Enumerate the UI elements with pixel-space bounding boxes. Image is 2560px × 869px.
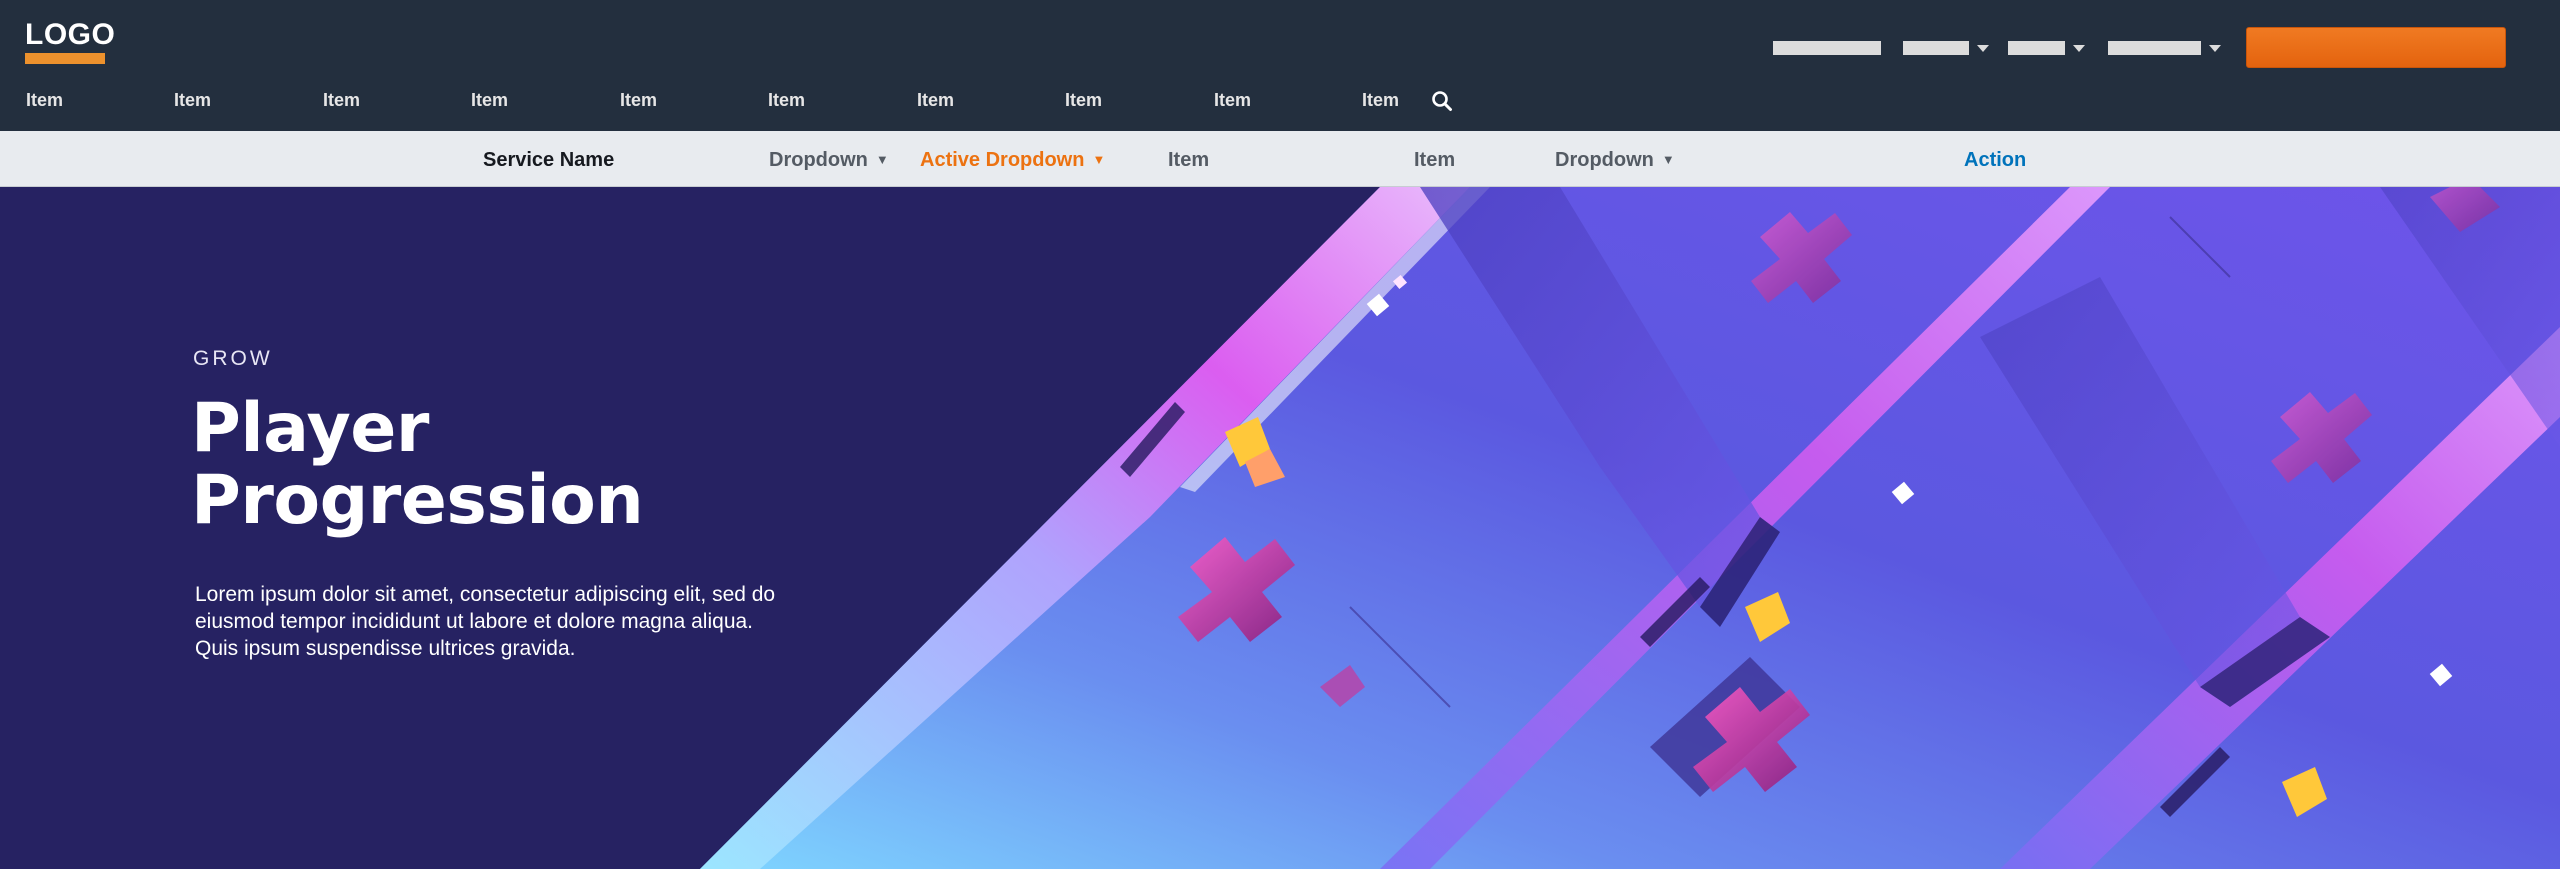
utility-link-placeholder — [1903, 41, 1969, 55]
subnav-active-dropdown[interactable]: Active Dropdown ▼ — [920, 131, 1105, 191]
hero-description: Lorem ipsum dolor sit amet, consectetur … — [195, 581, 825, 662]
caret-down-icon — [2073, 44, 2085, 52]
utility-link-1[interactable] — [1773, 41, 1881, 55]
subnav-item[interactable]: Item — [1168, 131, 1209, 189]
global-header: LOGO Item Item Item Item Item Item Item … — [0, 0, 2560, 131]
hero-eyebrow: GROW — [193, 347, 273, 370]
hero-title-line: Progression — [191, 461, 644, 540]
menu-item[interactable]: Item — [768, 86, 805, 114]
caret-down-icon — [1977, 44, 1989, 52]
caret-down-icon: ▼ — [1661, 152, 1675, 167]
menu-item[interactable]: Item — [26, 86, 63, 114]
service-subnav: Service Name Dropdown ▼ Active Dropdown ▼ … — [0, 131, 2560, 187]
menu-item[interactable]: Item — [620, 86, 657, 114]
caret-down-icon: ▼ — [1092, 152, 1106, 167]
hero-description-line: eiusmod tempor incididunt ut labore et d… — [195, 610, 754, 633]
hero-title: Player Progression — [191, 393, 891, 537]
menu-item[interactable]: Item — [1214, 86, 1251, 114]
utility-link-placeholder — [2108, 41, 2201, 55]
utility-link-3[interactable] — [2008, 41, 2085, 55]
hero-description-line: Quis ipsum suspendisse ultrices gravida. — [195, 637, 576, 660]
hero-title-line: Player — [191, 389, 429, 468]
caret-down-icon: ▼ — [875, 152, 889, 167]
utility-link-placeholder — [2008, 41, 2065, 55]
primary-cta-button[interactable] — [2246, 27, 2506, 68]
subnav-item[interactable]: Item — [1414, 131, 1455, 189]
logo[interactable]: LOGO — [25, 18, 116, 64]
subnav-dropdown[interactable]: Dropdown ▼ — [769, 131, 889, 191]
menu-item[interactable]: Item — [471, 86, 508, 114]
subnav-dropdown-label: Dropdown — [769, 149, 868, 171]
search-icon[interactable] — [1431, 90, 1453, 112]
main-menu: Item Item Item Item Item Item Item Item … — [0, 86, 1500, 114]
menu-item[interactable]: Item — [917, 86, 954, 114]
subnav-dropdown-label: Active Dropdown — [920, 149, 1085, 171]
subnav-action-link[interactable]: Action — [1964, 131, 2026, 189]
logo-text: LOGO — [25, 18, 116, 51]
hero-description-line: Lorem ipsum dolor sit amet, consectetur … — [195, 583, 776, 606]
utility-link-placeholder — [1773, 41, 1881, 55]
hero-banner: GROW Player Progression Lorem ipsum dolo… — [0, 187, 2560, 869]
menu-item[interactable]: Item — [1362, 86, 1399, 114]
service-name-link[interactable]: Service Name — [483, 131, 614, 189]
logo-underline — [25, 53, 105, 64]
menu-item[interactable]: Item — [174, 86, 211, 114]
utility-link-2[interactable] — [1903, 41, 1989, 55]
menu-item[interactable]: Item — [323, 86, 360, 114]
subnav-dropdown-label: Dropdown — [1555, 149, 1654, 171]
subnav-dropdown[interactable]: Dropdown ▼ — [1555, 131, 1675, 191]
menu-item[interactable]: Item — [1065, 86, 1102, 114]
utility-link-4[interactable] — [2108, 41, 2221, 55]
caret-down-icon — [2209, 44, 2221, 52]
